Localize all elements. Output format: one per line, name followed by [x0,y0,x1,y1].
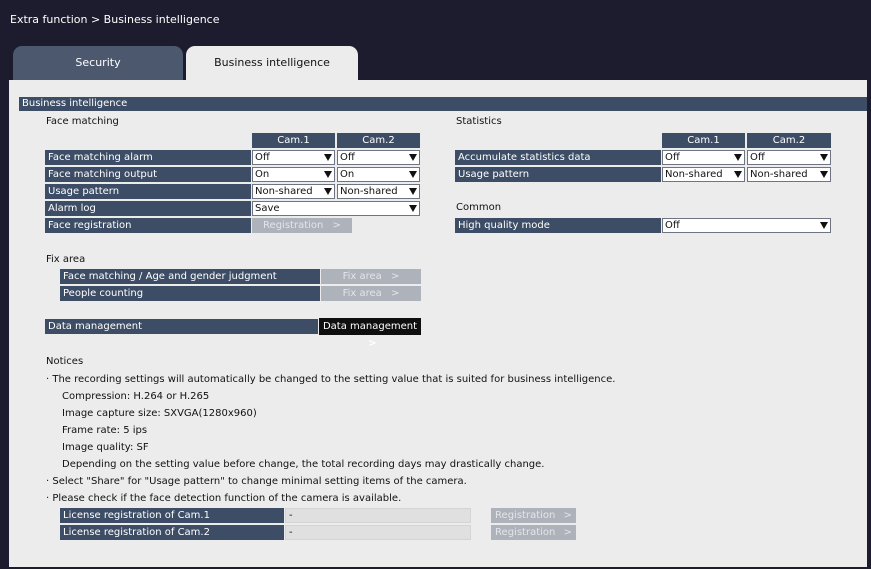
face-usage-pattern-label: Usage pattern [45,184,251,199]
stats-usage-pattern-cam1-select[interactable]: Non-shared [662,167,745,182]
data-management-label: Data management [45,319,318,334]
select-value: Non-shared [750,169,808,180]
chevron-right-icon: > [332,220,341,231]
section-title-bar: Business intelligence [19,97,867,111]
notice-line: · Please check if the face detection fun… [46,493,402,504]
button-label: Registration [495,510,556,521]
notice-line: Compression: H.264 or H.265 [62,391,210,402]
select-value: Non-shared [255,186,313,197]
main-panel: Business intelligence Face matching Cam.… [9,80,867,567]
button-label: Data management [322,321,418,332]
notice-line: · The recording settings will automatica… [46,374,616,385]
accumulate-statistics-cam2-select[interactable]: Off [747,150,831,165]
select-value: Off [665,220,680,231]
notice-line: Image capture size: SXVGA(1280x960) [62,408,257,419]
fix-area-face-label: Face matching / Age and gender judgment [60,269,320,284]
notices-title: Notices [46,356,84,367]
license-cam2-label: License registration of Cam.2 [60,525,284,540]
face-matching-alarm-label: Face matching alarm [45,150,251,165]
chevron-right-icon: > [563,527,572,538]
statistics-title: Statistics [456,116,502,127]
chevron-down-icon [734,171,742,178]
select-value: Off [665,152,680,163]
fix-area-title: Fix area [46,254,86,265]
tab-security[interactable]: Security [13,46,183,80]
chevron-down-icon [820,171,828,178]
face-matching-alarm-cam2-select[interactable]: Off [337,150,420,165]
select-value: Save [255,203,280,214]
stats-usage-pattern-label: Usage pattern [455,167,661,182]
app-window: Extra function > Business intelligence S… [0,0,871,569]
select-value: Off [255,152,270,163]
alarm-log-label: Alarm log [45,201,251,216]
accumulate-statistics-label: Accumulate statistics data [455,150,661,165]
statistics-cam1-header: Cam.1 [662,133,745,148]
license-cam2-registration-button[interactable]: Registration > [491,525,576,540]
face-matching-output-cam2-select[interactable]: On [337,167,420,182]
alarm-log-select[interactable]: Save [252,201,420,216]
statistics-cam2-header: Cam.2 [747,133,831,148]
button-label: Registration [495,527,556,538]
license-cam1-label: License registration of Cam.1 [60,508,284,523]
chevron-down-icon [409,205,417,212]
license-cam1-field: - [285,508,471,523]
fix-area-people-button[interactable]: Fix area > [321,286,421,301]
select-value: Off [750,152,765,163]
chevron-right-icon: > [391,271,400,282]
chevron-down-icon [820,154,828,161]
select-value: Non-shared [340,186,398,197]
chevron-down-icon [409,188,417,195]
face-matching-output-label: Face matching output [45,167,251,182]
chevron-down-icon [324,154,332,161]
chevron-down-icon [324,171,332,178]
select-value: On [340,169,355,180]
face-matching-title: Face matching [46,116,119,127]
breadcrumb: Extra function > Business intelligence [0,0,871,40]
chevron-right-icon: > [391,288,400,299]
chevron-down-icon [409,171,417,178]
license-cam2-field: - [285,525,471,540]
face-matching-cam2-header: Cam.2 [337,133,420,148]
fix-area-face-button[interactable]: Fix area > [321,269,421,284]
face-registration-button[interactable]: Registration > [252,218,352,233]
high-quality-mode-select[interactable]: Off [662,218,831,233]
face-matching-output-cam1-select[interactable]: On [252,167,335,182]
stats-usage-pattern-cam2-select[interactable]: Non-shared [747,167,831,182]
face-matching-alarm-cam1-select[interactable]: Off [252,150,335,165]
common-title: Common [456,202,502,213]
chevron-down-icon [734,154,742,161]
tab-business-intelligence[interactable]: Business intelligence [186,46,358,80]
button-label: Registration [263,220,324,231]
notice-line: Depending on the setting value before ch… [62,459,545,470]
notice-line: Image quality: SF [62,442,149,453]
select-value: Non-shared [665,169,723,180]
chevron-right-icon: > [368,338,377,349]
chevron-down-icon [820,222,828,229]
face-matching-cam1-header: Cam.1 [252,133,335,148]
chevron-down-icon [409,154,417,161]
select-value: On [255,169,270,180]
face-usage-pattern-cam1-select[interactable]: Non-shared [252,184,335,199]
data-management-button[interactable]: Data management > [319,318,421,349]
button-label: Fix area [342,288,382,299]
chevron-down-icon [324,188,332,195]
face-registration-label: Face registration [45,218,251,233]
notice-line: Frame rate: 5 ips [62,425,148,436]
face-usage-pattern-cam2-select[interactable]: Non-shared [337,184,420,199]
license-cam1-registration-button[interactable]: Registration > [491,508,576,523]
notice-line: · Select "Share" for "Usage pattern" to … [46,476,467,487]
fix-area-people-label: People counting [60,286,320,301]
chevron-right-icon: > [563,510,572,521]
accumulate-statistics-cam1-select[interactable]: Off [662,150,745,165]
high-quality-mode-label: High quality mode [455,218,661,233]
button-label: Fix area [342,271,382,282]
select-value: Off [340,152,355,163]
